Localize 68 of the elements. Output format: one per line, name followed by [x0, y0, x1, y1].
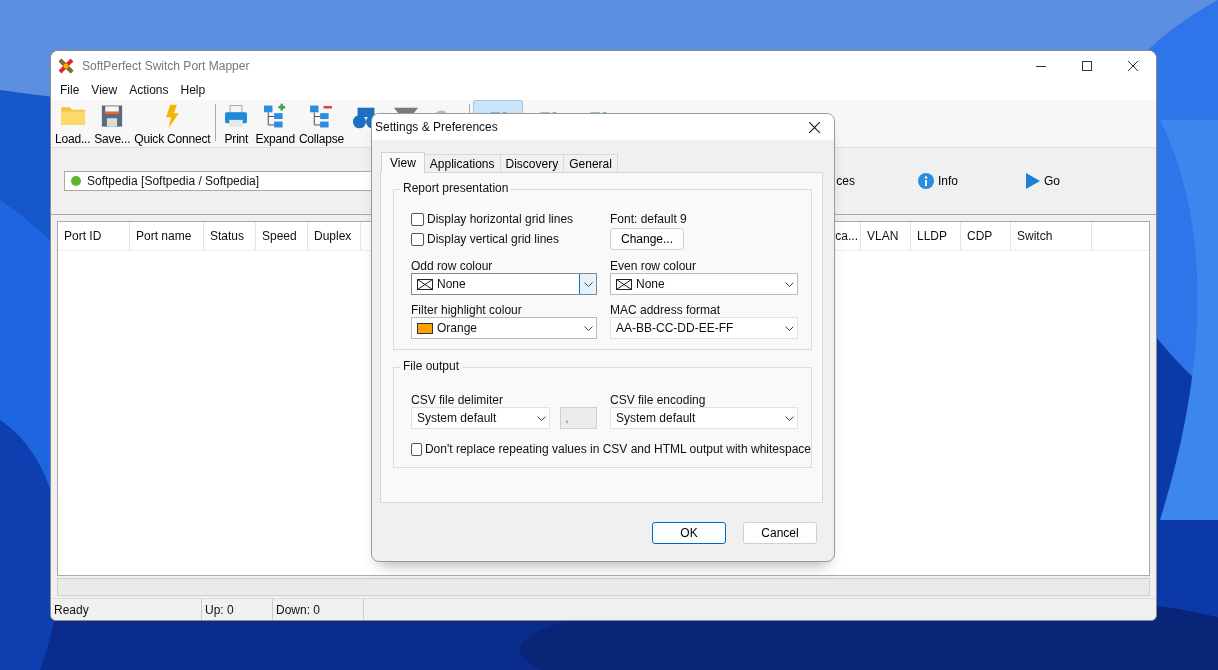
status-text: Down: 0	[273, 599, 364, 620]
toolbar-button[interactable]: Print	[219, 100, 254, 147]
column-header[interactable]: Speed	[256, 222, 308, 250]
column-header[interactable]: Port ID	[58, 222, 130, 250]
no-color-icon	[616, 278, 632, 290]
tab[interactable]: Applications	[423, 154, 501, 172]
dropdown[interactable]: None	[411, 273, 597, 295]
caret-icon	[784, 415, 794, 421]
dialog-button[interactable]: OK	[652, 522, 726, 544]
no-color-icon	[417, 278, 433, 290]
font-label: Font: default 9	[610, 211, 688, 228]
caret-icon	[583, 325, 593, 331]
dropdown[interactable]: System default	[610, 407, 798, 429]
toolbar-button[interactable]: Collapse	[296, 100, 346, 147]
maximize-icon[interactable]	[1082, 60, 1092, 71]
column-header[interactable]: Status	[204, 222, 256, 250]
toolbar-button[interactable]: Save...	[92, 100, 133, 147]
menu-item[interactable]: Actions	[123, 83, 175, 97]
menu-item[interactable]: View	[85, 83, 124, 97]
field-label: CSV file encoding	[610, 392, 707, 407]
field-label: Filter highlight colour	[411, 302, 523, 317]
column-header[interactable]: VLAN	[861, 222, 911, 250]
app-logo-icon	[58, 57, 74, 74]
toolbar-button[interactable]: Expand	[253, 100, 297, 147]
dropdown[interactable]: System default	[411, 407, 551, 429]
toolbar-button[interactable]: ces	[836, 174, 855, 188]
status-text: Ready	[51, 599, 202, 620]
tab[interactable]: View	[381, 152, 425, 173]
group-title: File output	[400, 359, 463, 373]
caret-icon	[583, 281, 593, 287]
dropdown[interactable]: AA-BB-CC-DD-EE-FF	[610, 317, 798, 339]
status-text: Up: 0	[202, 599, 273, 620]
caret-icon	[784, 325, 794, 331]
close-icon[interactable]	[1128, 60, 1138, 71]
scrollbar[interactable]	[57, 578, 1150, 596]
field-label: Odd row colour	[411, 258, 494, 273]
menu-item[interactable]: Help	[174, 83, 212, 97]
column-header[interactable]: Duplex	[308, 222, 361, 250]
toolbar-button[interactable]: Quick Connect	[132, 100, 213, 147]
column-header[interactable]: LLDP	[911, 222, 961, 250]
play-icon	[1026, 173, 1040, 189]
checkbox[interactable]: Display vertical grid lines	[411, 229, 597, 249]
info-button[interactable]: Info	[917, 173, 958, 189]
window-title: SoftPerfect Switch Port Mapper	[82, 58, 251, 73]
toolbar-button[interactable]: Load...	[53, 100, 93, 147]
dropdown[interactable]: Orange	[411, 317, 597, 339]
column-header[interactable]: Switch	[1011, 222, 1092, 250]
dialog-title: Settings & Preferences	[375, 120, 499, 134]
input-field[interactable]: ,	[560, 407, 597, 429]
info-icon	[917, 173, 934, 189]
go-button[interactable]: Go	[1026, 173, 1060, 189]
change-button[interactable]: Change...	[610, 228, 684, 250]
field-label: Even row colour	[610, 258, 698, 273]
field-label: CSV file delimiter	[411, 392, 505, 407]
dropdown[interactable]: None	[610, 273, 798, 295]
tab[interactable]: Discovery	[499, 154, 565, 172]
field-label: MAC address format	[610, 302, 722, 317]
tab[interactable]: General	[563, 154, 618, 172]
checkbox[interactable]: Display horizontal grid lines	[411, 209, 597, 229]
checkbox[interactable]: Don't replace repeating values in CSV and HTML output with whitespace	[411, 439, 811, 459]
menu-item[interactable]: File	[54, 83, 86, 97]
column-header[interactable]: Port name	[130, 222, 204, 250]
column-header[interactable]: CDP	[961, 222, 1011, 250]
close-icon[interactable]	[808, 121, 820, 133]
caret-icon	[784, 281, 794, 287]
caret-icon	[536, 415, 546, 421]
dialog-button[interactable]: Cancel	[743, 522, 817, 544]
group-title: Report presentation	[400, 181, 512, 195]
